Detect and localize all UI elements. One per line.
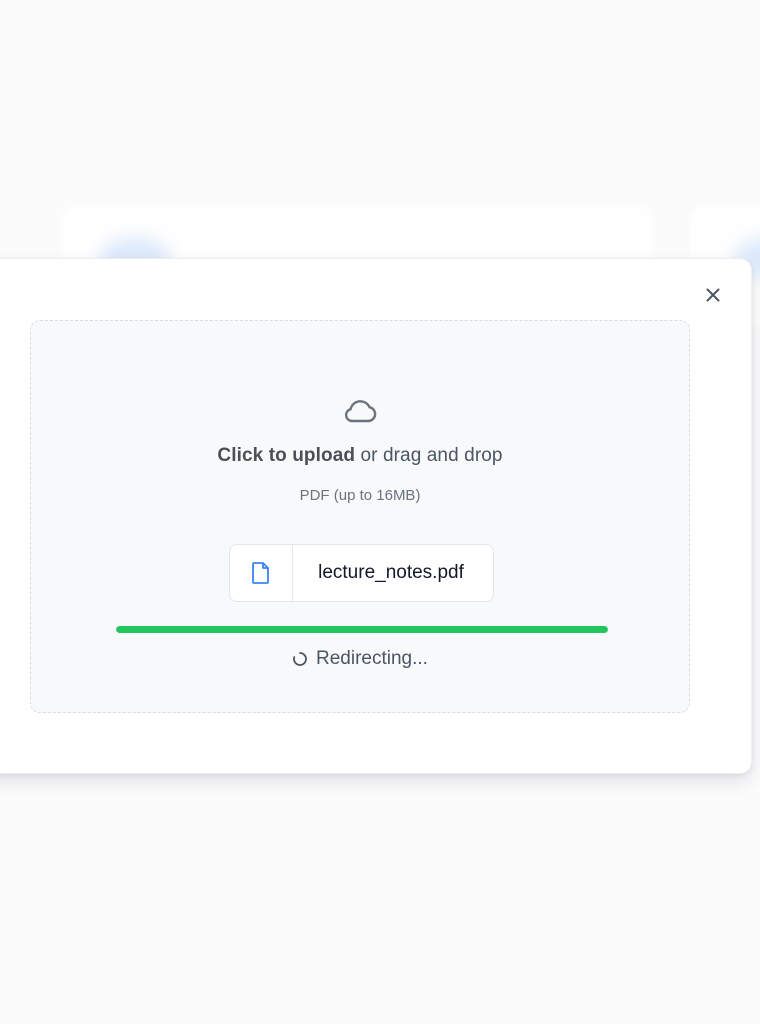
status-text: Redirecting...	[316, 648, 428, 669]
selected-file-chip: lecture_notes.pdf	[229, 544, 494, 602]
upload-progress-bar	[116, 626, 608, 633]
close-button[interactable]	[701, 283, 725, 307]
upload-dropzone[interactable]: Click to upload or drag and drop PDF (up…	[30, 320, 690, 713]
spinner-icon	[293, 652, 307, 666]
drag-and-drop-text: or drag and drop	[355, 445, 503, 466]
file-icon	[252, 562, 269, 584]
file-type-hint: PDF (up to 16MB)	[299, 487, 421, 504]
click-to-upload-link[interactable]: Click to upload	[217, 445, 355, 466]
cloud-icon	[344, 400, 377, 423]
status-message: Redirecting...	[31, 648, 689, 670]
upload-dialog: Click to upload or drag and drop PDF (up…	[0, 258, 752, 774]
close-icon[interactable]	[705, 287, 721, 303]
file-icon-cell	[230, 545, 293, 601]
upload-progress-fill	[116, 626, 608, 633]
file-name: lecture_notes.pdf	[318, 562, 464, 583]
upload-instructions: Click to upload or drag and drop	[31, 445, 689, 467]
